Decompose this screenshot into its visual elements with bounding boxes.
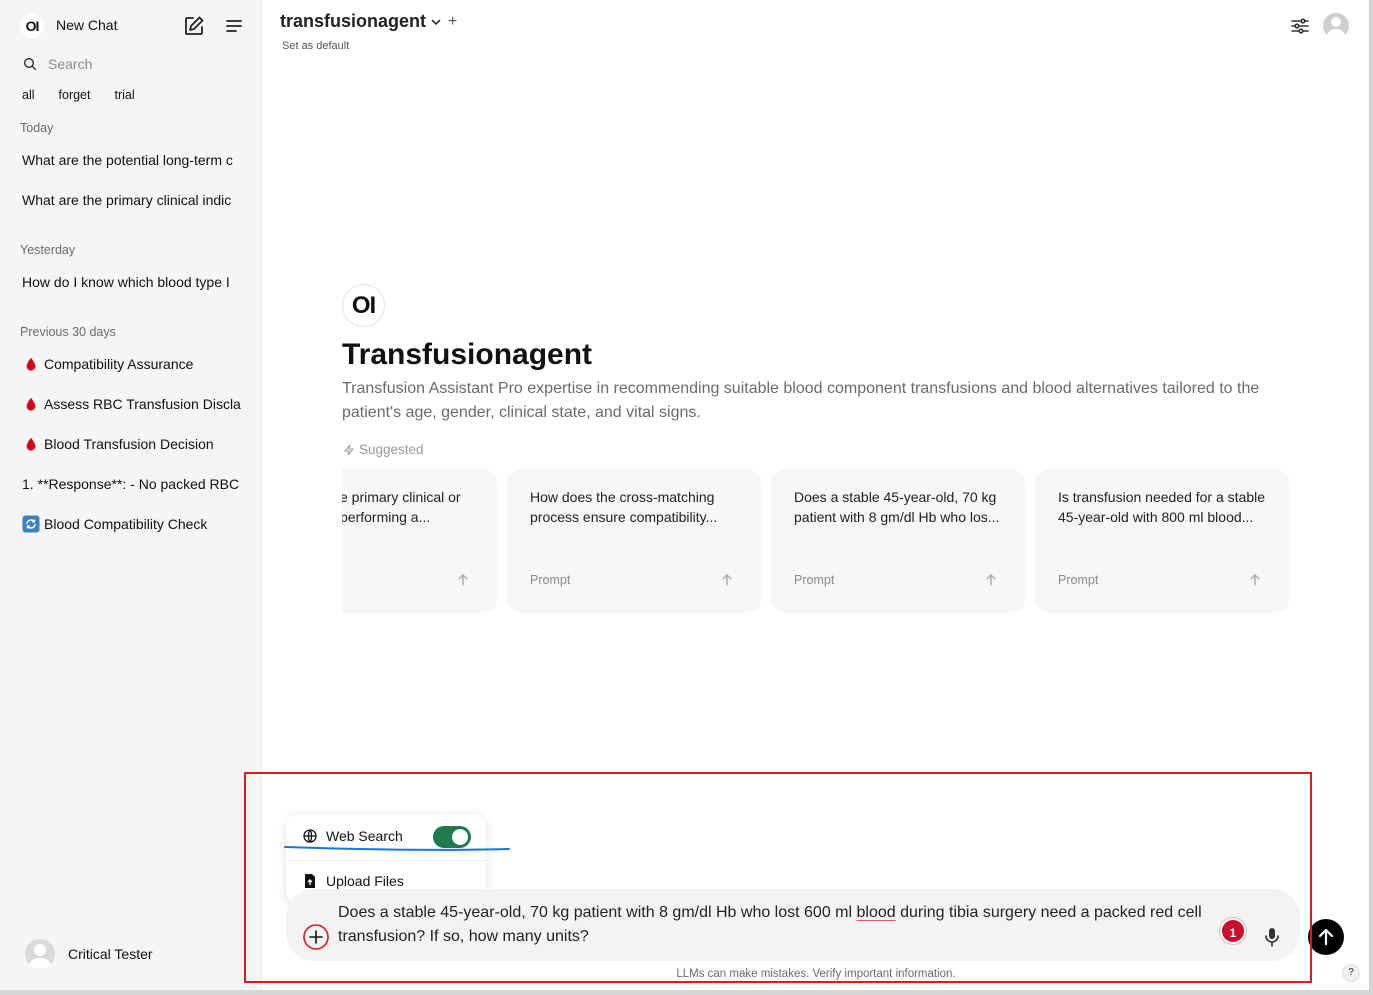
web-search-option[interactable]: Web Search [302,828,403,844]
send-button[interactable] [1308,919,1344,955]
file-upload-icon [305,874,315,888]
message-input[interactable]: Does a stable 45-year-old, 70 kg patient… [338,901,1208,949]
tag-filters: all forget trial [22,88,159,102]
suggestion-cards: e primary clinical or performing a... Ho… [342,469,1290,613]
divider [286,860,486,861]
chat-item[interactable]: Compatibility Assurance [22,353,244,375]
chat-item-label: Assess RBC Transfusion Discla [44,396,241,412]
chevron-down-icon[interactable] [430,16,442,28]
sidebar-header: OI New Chat [0,10,262,42]
tag-all[interactable]: all [22,88,35,102]
upload-files-label: Upload Files [326,873,404,889]
disclaimer: LLMs can make mistakes. Verify important… [676,968,956,980]
user-name: Critical Tester [68,946,153,962]
chat-item[interactable]: How do I know which blood type I [22,271,244,293]
app-logo[interactable]: OI [20,14,44,38]
chat-item[interactable]: 1. **Response**: - No packed RBC [22,473,244,495]
section-today: Today [20,121,54,135]
add-attachment-button[interactable] [303,924,329,950]
agent-description: Transfusion Assistant Pro expertise in r… [342,380,1260,421]
agent-logo: OI [342,284,385,327]
tag-forget[interactable]: forget [59,88,91,102]
set-default-link[interactable]: Set as default [282,40,349,52]
suggestion-text: How does the cross-matching process ensu… [530,489,718,525]
edit-icon[interactable] [182,14,206,38]
suggestion-text: Is transfusion needed for a stable 45-ye… [1058,489,1266,525]
model-selector[interactable]: transfusionagent [280,11,426,32]
arrow-up-icon [458,574,468,586]
chat-item[interactable]: What are the primary clinical indic [22,189,244,211]
suggestion-card[interactable]: How does the cross-matching process ensu… [506,469,762,613]
bolt-icon [343,444,355,455]
globe-icon [303,829,317,843]
search-box[interactable] [20,53,240,75]
avatar[interactable] [1323,13,1349,39]
arrow-up-icon [1318,928,1334,946]
microphone-icon[interactable] [1262,926,1282,948]
chat-item[interactable]: What are the potential long-term c [22,149,244,171]
blood-drop-icon [22,355,40,373]
message-text-part: Does a stable 45-year-old, 70 kg patient… [338,904,857,921]
tag-trial[interactable]: trial [114,88,134,102]
menu-icon[interactable] [222,14,246,38]
help-button[interactable]: ? [1342,964,1360,982]
chat-item-label: Blood Transfusion Decision [44,436,214,452]
blood-drop-icon [22,395,40,413]
new-chat-label[interactable]: New Chat [56,17,117,33]
chat-item-label: Blood Compatibility Check [44,516,208,532]
add-model-button[interactable]: + [448,13,457,31]
web-search-toggle[interactable] [433,826,471,848]
user-menu[interactable]: Critical Tester [25,939,153,969]
search-icon [24,58,36,70]
suggested-text: Suggested [359,442,424,457]
suggestion-label: Prompt [530,573,571,587]
arrow-up-icon [722,574,732,586]
sliders-icon[interactable] [1289,15,1311,37]
web-search-label: Web Search [326,828,403,844]
suggestion-label: Prompt [1058,573,1099,587]
chat-item-label: 1. **Response**: - No packed RBC [22,476,240,492]
chat-item[interactable]: Assess RBC Transfusion Discla [22,393,244,415]
search-input[interactable] [48,53,238,75]
chat-item-label: Compatibility Assurance [44,356,194,372]
spellcheck-word: blood [856,904,896,921]
upload-files-option[interactable]: Upload Files [302,873,404,889]
section-yesterday: Yesterday [20,243,76,257]
suggestion-text: Does a stable 45-year-old, 70 kg patient… [794,489,1000,525]
suggestion-label: Prompt [794,573,835,587]
window-edge [0,990,1373,995]
section-previous: Previous 30 days [20,325,116,339]
suggestion-text: e primary clinical or performing a... [342,489,461,525]
suggestion-card[interactable]: Does a stable 45-year-old, 70 kg patient… [770,469,1026,613]
arrow-up-icon [986,574,996,586]
grammar-badge[interactable]: 1 [1220,918,1246,944]
chat-item[interactable]: Blood Compatibility Check [22,513,244,535]
blood-drop-icon [22,435,40,453]
chat-item[interactable]: Blood Transfusion Decision [22,433,244,455]
suggested-label: Suggested [343,442,424,457]
arrow-up-icon [1250,574,1260,586]
avatar [25,939,55,969]
suggestion-card[interactable]: e primary clinical or performing a... [342,469,498,613]
agent-title: Transfusionagent [342,338,593,371]
window-edge [1369,0,1373,995]
suggestion-card[interactable]: Is transfusion needed for a stable 45-ye… [1034,469,1290,613]
refresh-icon [22,515,40,533]
sidebar: OI New Chat all forget trial Today What … [0,0,262,995]
